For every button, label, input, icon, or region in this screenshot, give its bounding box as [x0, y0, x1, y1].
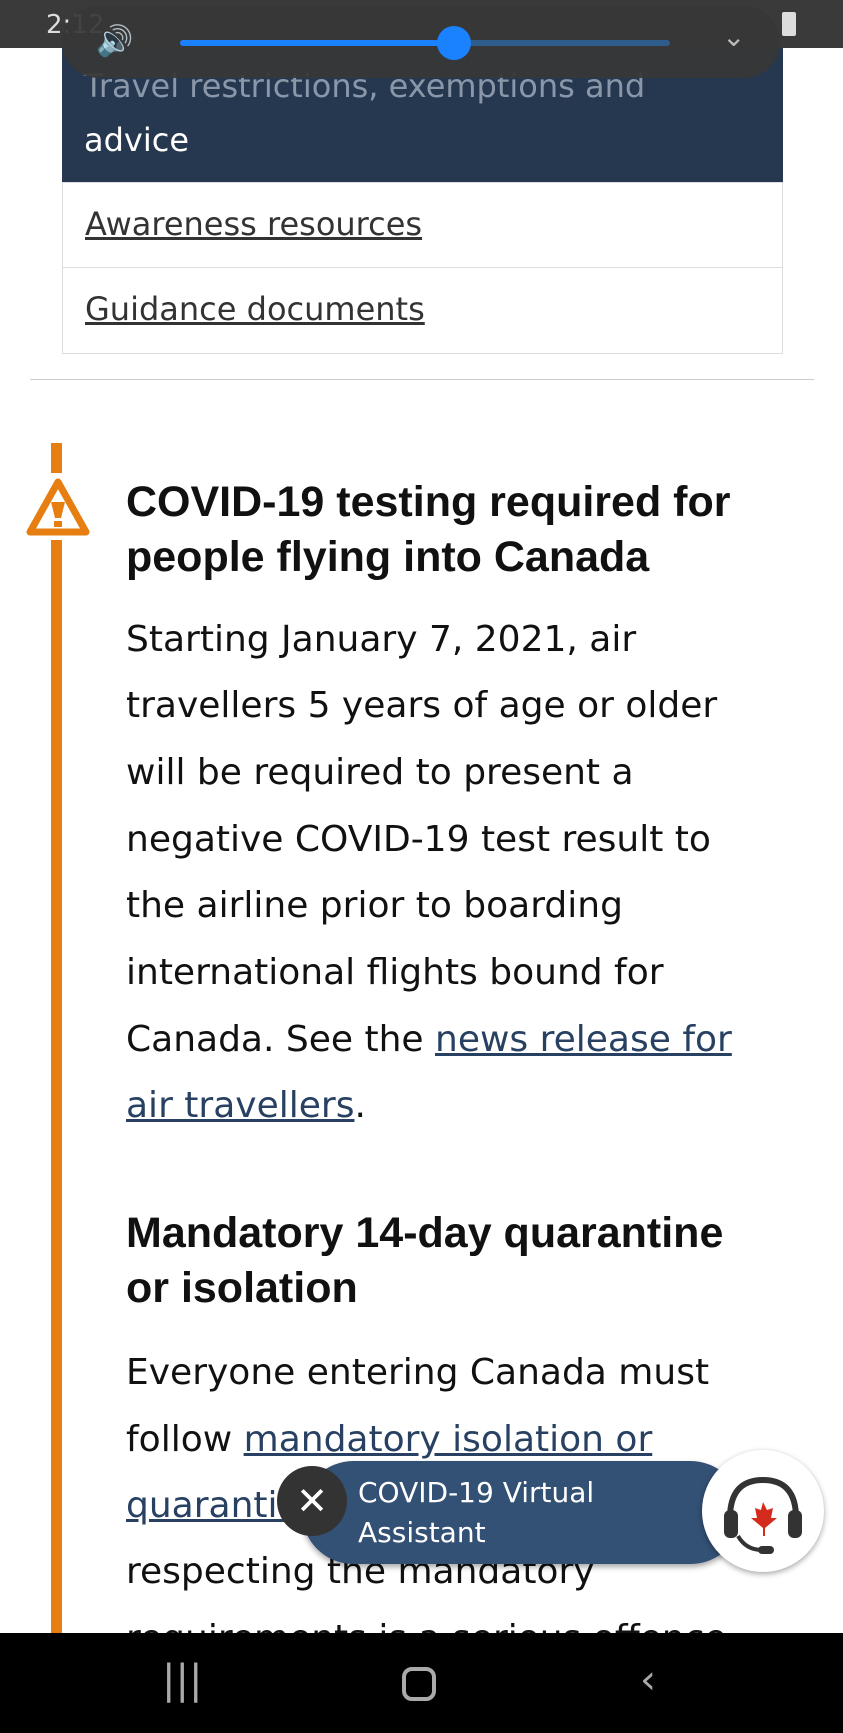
speaker-icon[interactable]: 🔊	[96, 24, 133, 59]
alert-text: will be required to present a	[126, 752, 634, 793]
divider	[30, 379, 814, 380]
alert-heading: COVID-19 testing required for	[126, 478, 731, 526]
battery-icon	[782, 12, 796, 36]
alert-text: international flights bound for	[126, 952, 664, 993]
alert-bar	[51, 443, 62, 473]
volume-fill	[180, 40, 455, 46]
nav-item-guidance[interactable]: Guidance documents	[62, 268, 783, 354]
home-button[interactable]	[402, 1667, 436, 1701]
nav-item-label: advice	[84, 121, 190, 159]
guidance-documents-link[interactable]: Guidance documents	[85, 290, 425, 328]
warning-icon	[26, 478, 90, 536]
volume-slider[interactable]	[180, 26, 670, 60]
quarantine-heading: Mandatory 14-day quarantine	[126, 1209, 724, 1257]
alert-text: Canada. See the news release for	[126, 1015, 732, 1065]
alert-text: Starting January 7, 2021, air	[126, 619, 637, 660]
nav-item-awareness[interactable]: Awareness resources	[62, 182, 783, 268]
alert-heading: people flying into Canada	[126, 533, 650, 581]
volume-knob[interactable]	[437, 26, 472, 60]
quarantine-text: follow mandatory isolation or	[126, 1415, 652, 1465]
back-button[interactable]: ‹	[640, 1657, 656, 1703]
text: .	[354, 1085, 366, 1126]
volume-overlay: 🔊 ⌄	[62, 6, 780, 78]
alert-text: the airline prior to boarding	[126, 885, 623, 926]
assistant-label: Assistant	[358, 1516, 486, 1549]
close-assistant-button[interactable]: ✕	[277, 1466, 347, 1536]
alert-text: air travellers.	[126, 1081, 366, 1131]
text: Canada. See the	[126, 1019, 435, 1060]
system-nav-bar: ||| ‹	[0, 1633, 843, 1733]
text: follow	[126, 1419, 244, 1460]
alert-bar	[51, 540, 62, 1633]
recent-apps-button[interactable]: |||	[162, 1657, 202, 1703]
news-release-link[interactable]: news release for	[435, 1019, 732, 1060]
awareness-resources-link[interactable]: Awareness resources	[85, 205, 422, 243]
virtual-assistant-button[interactable]: COVID-19 Virtual Assistant	[302, 1461, 742, 1564]
alert-text: travellers 5 years of age or older	[126, 685, 718, 726]
news-release-link[interactable]: air travellers	[126, 1085, 354, 1126]
assistant-avatar[interactable]	[702, 1450, 824, 1572]
isolation-link[interactable]: mandatory isolation or	[244, 1419, 653, 1460]
alert-text: negative COVID-19 test result to	[126, 819, 711, 860]
quarantine-heading: or isolation	[126, 1264, 358, 1312]
assistant-label: COVID-19 Virtual	[358, 1476, 595, 1509]
headset-maple-leaf-icon	[724, 1476, 802, 1554]
chevron-down-icon[interactable]: ⌄	[722, 20, 745, 53]
quarantine-text: Everyone entering Canada must	[126, 1352, 710, 1393]
